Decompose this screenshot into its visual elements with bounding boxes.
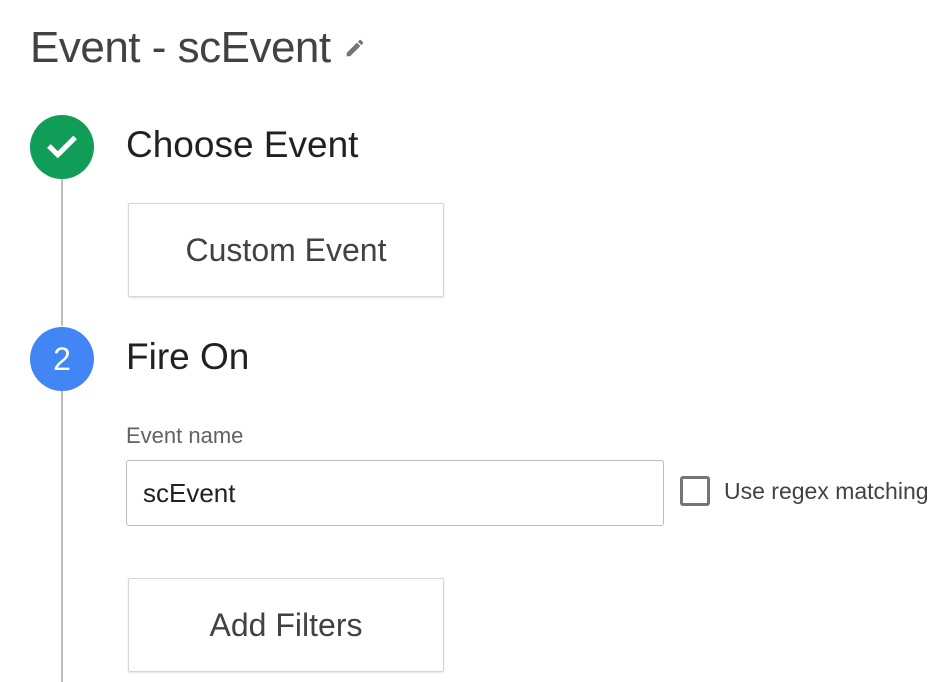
custom-event-button[interactable]: Custom Event (128, 203, 444, 297)
step-title-choose-event: Choose Event (126, 124, 359, 165)
checkmark-icon (47, 135, 77, 159)
timeline-connector (61, 390, 63, 682)
step-complete-badge (30, 115, 94, 179)
step-number-badge: 2 (30, 327, 94, 391)
regex-checkbox-label[interactable]: Use regex matching (724, 478, 929, 505)
event-name-label: Event name (126, 423, 244, 448)
regex-checkbox-row[interactable]: Use regex matching (680, 473, 929, 509)
event-name-input[interactable] (126, 460, 664, 526)
pencil-icon[interactable] (343, 36, 367, 60)
regex-checkbox[interactable] (680, 476, 710, 506)
step-title-fire-on: Fire On (126, 336, 250, 377)
add-filters-button[interactable]: Add Filters (128, 578, 444, 672)
title-row: Event - scEvent (30, 18, 367, 78)
page-title: Event - scEvent (30, 23, 331, 72)
timeline-connector (61, 178, 63, 326)
